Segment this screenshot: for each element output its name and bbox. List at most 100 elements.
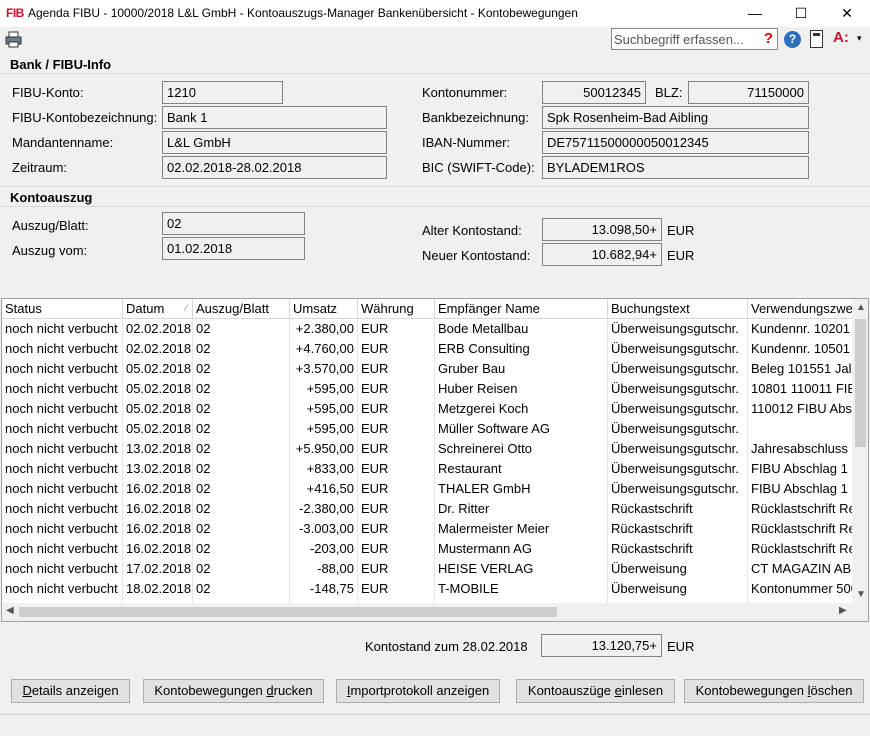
scroll-up-icon[interactable]: ▲ bbox=[856, 302, 866, 313]
fibu-konto-field[interactable]: 1210 bbox=[162, 81, 283, 104]
cell-verwendungszweck: FIBU Abschlag 1 bbox=[748, 479, 858, 499]
scroll-right-icon[interactable]: ▶ bbox=[839, 605, 847, 616]
cell-buchungstext: Überweisung bbox=[608, 559, 748, 579]
cell-status: noch nicht verbucht bbox=[2, 399, 123, 419]
kontostand-field[interactable]: 13.120,75+ bbox=[541, 634, 662, 657]
chevron-down-icon[interactable]: ▾ bbox=[857, 33, 862, 44]
vertical-scrollbar[interactable]: ▲ ▼ bbox=[852, 299, 868, 603]
table-row[interactable]: noch nicht verbucht 16.02.2018 02 -2.380,00… bbox=[2, 499, 858, 519]
cell-datum: 05.02.2018 bbox=[123, 359, 193, 379]
table-row[interactable]: noch nicht verbucht 18.02.2018 02 -148,75 EU… bbox=[2, 579, 858, 599]
column-header-verwendungszweck[interactable]: Verwendungszweck bbox=[748, 299, 858, 319]
cell-waehrung: EUR bbox=[358, 539, 435, 559]
cell-verwendungszweck: Kontonummer 500 bbox=[748, 579, 858, 599]
cell-verwendungszweck: Kundennr. 10201 bbox=[748, 319, 858, 339]
kontonummer-field[interactable]: 50012345 bbox=[542, 81, 646, 104]
column-header-auszug-blatt[interactable]: Auszug/Blatt bbox=[193, 299, 290, 319]
cell-waehrung: EUR bbox=[358, 319, 435, 339]
kontobewegungen-loeschen-button[interactable]: Kontobewegungen löschen bbox=[684, 679, 864, 703]
kontobezeichnung-field[interactable]: Bank 1 bbox=[162, 106, 387, 129]
search-help-icon[interactable]: ? bbox=[764, 29, 773, 49]
cell-verwendungszweck: Rücklastschrift Re bbox=[748, 499, 858, 519]
scroll-down-icon[interactable]: ▼ bbox=[856, 589, 866, 600]
cell-buchungstext: Überweisungsgutschr. bbox=[608, 399, 748, 419]
iban-label: IBAN-Nummer: bbox=[422, 135, 511, 150]
table-row[interactable]: noch nicht verbucht 05.02.2018 02 +595,00 EU… bbox=[2, 419, 858, 439]
table-row[interactable]: noch nicht verbucht 02.02.2018 02 +4.760,00… bbox=[2, 339, 858, 359]
kontobewegungen-drucken-button[interactable]: Kontobewegungen drucken bbox=[143, 679, 324, 703]
cell-datum: 05.02.2018 bbox=[123, 419, 193, 439]
table-row[interactable]: noch nicht verbucht 02.02.2018 02 +2.380,00… bbox=[2, 319, 858, 339]
alter-kontostand-field[interactable]: 13.098,50+ bbox=[542, 218, 662, 241]
close-button[interactable]: ✕ bbox=[824, 0, 870, 27]
mandantenname-field[interactable]: L&L GmbH bbox=[162, 131, 387, 154]
section-bank-info-heading: Bank / FIBU-Info bbox=[10, 57, 112, 72]
table-row[interactable]: noch nicht verbucht 13.02.2018 02 +833,00 EU… bbox=[2, 459, 858, 479]
table-row[interactable]: noch nicht verbucht 16.02.2018 02 -3.003,00… bbox=[2, 519, 858, 539]
column-header-status[interactable]: Status bbox=[2, 299, 123, 319]
search-input[interactable] bbox=[612, 29, 747, 49]
table-row[interactable]: noch nicht verbucht 13.02.2018 02 +5.950,00… bbox=[2, 439, 858, 459]
cell-status: noch nicht verbucht bbox=[2, 379, 123, 399]
column-header-waehrung[interactable]: Währung bbox=[358, 299, 435, 319]
alter-kontostand-label: Alter Kontostand: bbox=[422, 223, 522, 238]
horizontal-scroll-thumb[interactable] bbox=[19, 607, 557, 617]
cell-verwendungszweck: Beleg 101551 Jal bbox=[748, 359, 858, 379]
auszug-blatt-field[interactable]: 02 bbox=[162, 212, 305, 235]
scroll-left-icon[interactable]: ◀ bbox=[6, 605, 14, 616]
cell-status: noch nicht verbucht bbox=[2, 499, 123, 519]
neuer-kontostand-field[interactable]: 10.682,94+ bbox=[542, 243, 662, 266]
table-row[interactable]: noch nicht verbucht 05.02.2018 02 +595,00 EU… bbox=[2, 379, 858, 399]
cell-datum: 16.02.2018 bbox=[123, 499, 193, 519]
table-row[interactable]: noch nicht verbucht 05.02.2018 02 +3.570,00… bbox=[2, 359, 858, 379]
blz-field[interactable]: 71150000 bbox=[688, 81, 809, 104]
maximize-button[interactable]: ☐ bbox=[778, 0, 824, 27]
cell-waehrung: EUR bbox=[358, 459, 435, 479]
vertical-scroll-thumb[interactable] bbox=[855, 319, 866, 447]
transactions-table[interactable]: Status Datum ⁄ Auszug/Blatt Umsatz Währung Emp… bbox=[1, 298, 869, 622]
table-row[interactable]: noch nicht verbucht 16.02.2018 02 -203,00 EU… bbox=[2, 539, 858, 559]
kontoauszuege-einlesen-button[interactable]: Kontoauszüge einlesen bbox=[516, 679, 675, 703]
cell-buchungstext: Überweisungsgutschr. bbox=[608, 359, 748, 379]
help-icon[interactable]: ? bbox=[784, 31, 801, 48]
cell-waehrung: EUR bbox=[358, 499, 435, 519]
button-label: etails anzeigen bbox=[31, 683, 119, 698]
auszug-blatt-label: Auszug/Blatt: bbox=[12, 218, 89, 233]
calculator-icon[interactable] bbox=[810, 30, 823, 48]
horizontal-scrollbar[interactable]: ◀ ▶ bbox=[2, 603, 868, 621]
print-icon[interactable] bbox=[5, 31, 22, 48]
cell-buchungstext: Überweisungsgutschr. bbox=[608, 339, 748, 359]
button-label: rucken bbox=[273, 683, 313, 698]
column-header-buchungstext[interactable]: Buchungstext bbox=[608, 299, 748, 319]
cell-empfaenger: Schreinerei Otto bbox=[435, 439, 608, 459]
blz-label: BLZ: bbox=[655, 85, 683, 100]
cell-empfaenger: Dr. Ritter bbox=[435, 499, 608, 519]
cell-verwendungszweck: Jahresabschluss bbox=[748, 439, 858, 459]
search-box[interactable]: ? bbox=[611, 28, 778, 50]
table-row[interactable]: noch nicht verbucht 16.02.2018 02 +416,50 EU… bbox=[2, 479, 858, 499]
details-anzeigen-button[interactable]: Details anzeigen bbox=[11, 679, 130, 703]
bankbezeichnung-field[interactable]: Spk Rosenheim-Bad Aibling bbox=[542, 106, 809, 129]
cell-waehrung: EUR bbox=[358, 419, 435, 439]
column-header-umsatz[interactable]: Umsatz bbox=[290, 299, 358, 319]
bic-field[interactable]: BYLADEM1ROS bbox=[542, 156, 809, 179]
zeitraum-field[interactable]: 02.02.2018-28.02.2018 bbox=[162, 156, 387, 179]
table-row[interactable]: noch nicht verbucht 05.02.2018 02 +595,00 EU… bbox=[2, 399, 858, 419]
auszug-vom-field[interactable]: 01.02.2018 bbox=[162, 237, 305, 260]
app-logo: FIB bbox=[6, 6, 24, 20]
cell-verwendungszweck: Rücklastschrift Re bbox=[748, 519, 858, 539]
cell-buchungstext: Überweisungsgutschr. bbox=[608, 459, 748, 479]
importprotokoll-anzeigen-button[interactable]: Importprotokoll anzeigen bbox=[336, 679, 500, 703]
cell-buchungstext: Rückastschrift bbox=[608, 539, 748, 559]
column-header-datum[interactable]: Datum ⁄ bbox=[123, 299, 193, 319]
cell-datum: 13.02.2018 bbox=[123, 439, 193, 459]
cell-status: noch nicht verbucht bbox=[2, 319, 123, 339]
cell-umsatz: +833,00 bbox=[290, 459, 358, 479]
iban-field[interactable]: DE75711500000050012345 bbox=[542, 131, 809, 154]
column-header-empfaenger[interactable]: Empfänger Name bbox=[435, 299, 608, 319]
cell-buchungstext: Überweisungsgutschr. bbox=[608, 419, 748, 439]
table-row[interactable]: noch nicht verbucht 17.02.2018 02 -88,00 EUR… bbox=[2, 559, 858, 579]
minimize-button[interactable]: — bbox=[732, 0, 778, 27]
font-size-icon[interactable]: A: bbox=[833, 29, 849, 46]
divider bbox=[0, 73, 870, 74]
